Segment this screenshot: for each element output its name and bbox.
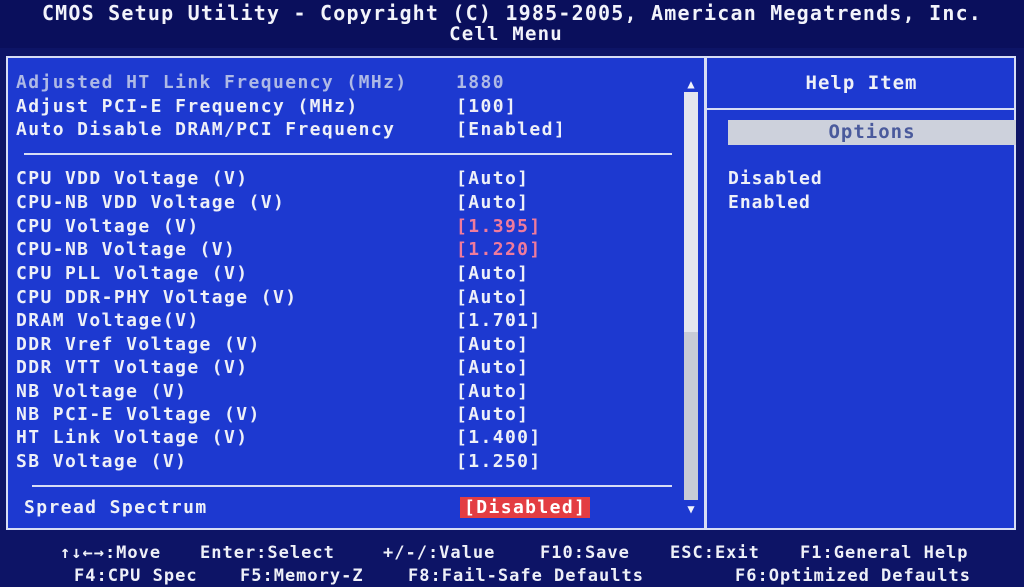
setting-value[interactable]: [Auto] — [456, 334, 529, 355]
key-value: +/-/:Value — [383, 543, 496, 563]
scroll-up-arrow-icon[interactable]: ▲ — [683, 77, 699, 91]
help-item-title: Help Item — [805, 72, 918, 94]
setting-label: Spread Spectrum — [24, 497, 208, 518]
setting-value[interactable]: [1.250] — [456, 451, 542, 472]
setting-label: SB Voltage (V) — [16, 451, 188, 472]
setting-value-warning[interactable]: [1.395] — [456, 216, 542, 237]
setting-label: Auto Disable DRAM/PCI Frequency — [16, 119, 396, 140]
setting-label: CPU PLL Voltage (V) — [16, 263, 249, 284]
section-separator — [24, 153, 672, 155]
setting-value[interactable]: [Auto] — [456, 168, 529, 189]
setting-label: DRAM Voltage(V) — [16, 310, 200, 331]
setting-value[interactable]: [Enabled] — [456, 119, 566, 140]
key-optimized-defaults: F6:Optimized Defaults — [735, 566, 971, 586]
setting-label: CPU VDD Voltage (V) — [16, 168, 249, 189]
menu-title: Cell Menu — [449, 23, 563, 45]
setting-label: DDR Vref Voltage (V) — [16, 334, 261, 355]
setting-value[interactable]: [Auto] — [456, 192, 529, 213]
setting-value[interactable]: [1.701] — [456, 310, 542, 331]
help-option-disabled: Disabled — [728, 168, 823, 189]
options-header: Options — [728, 120, 1016, 145]
setting-value[interactable]: [Auto] — [456, 263, 529, 284]
selected-setting-value[interactable]: [Disabled] — [460, 497, 591, 518]
key-exit: ESC:Exit — [670, 543, 760, 563]
setting-value[interactable]: [1.400] — [456, 427, 542, 448]
section-separator — [32, 485, 672, 487]
scroll-down-arrow-icon[interactable]: ▼ — [683, 502, 699, 516]
setting-label: NB Voltage (V) — [16, 381, 188, 402]
help-separator — [707, 108, 1016, 110]
setting-label: CPU DDR-PHY Voltage (V) — [16, 287, 298, 308]
setting-label: CPU Voltage (V) — [16, 216, 200, 237]
scrollbar-thumb[interactable] — [684, 92, 698, 332]
setting-value-warning[interactable]: [1.220] — [456, 239, 542, 260]
panel-divider — [704, 56, 707, 530]
setting-value[interactable]: [Auto] — [456, 357, 529, 378]
setting-value[interactable]: [Auto] — [456, 404, 529, 425]
key-memory-z: F5:Memory-Z — [240, 566, 364, 586]
help-option-enabled: Enabled — [728, 192, 811, 213]
setting-label: HT Link Voltage (V) — [16, 427, 249, 448]
key-select: Enter:Select — [200, 543, 335, 563]
setting-label: DDR VTT Voltage (V) — [16, 357, 249, 378]
setting-label: CPU-NB VDD Voltage (V) — [16, 192, 286, 213]
key-cpu-spec: F4:CPU Spec — [74, 566, 198, 586]
key-move: ↑↓←→:Move — [60, 543, 162, 563]
setting-label: NB PCI-E Voltage (V) — [16, 404, 261, 425]
setting-value[interactable]: [Auto] — [456, 381, 529, 402]
setting-value[interactable]: [Auto] — [456, 287, 529, 308]
title-bar: CMOS Setup Utility - Copyright (C) 1985-… — [0, 0, 1024, 48]
setting-value: 1880 — [456, 72, 505, 93]
setting-value[interactable]: [100] — [456, 96, 517, 117]
key-save: F10:Save — [540, 543, 630, 563]
utility-title: CMOS Setup Utility - Copyright (C) 1985-… — [41, 1, 983, 25]
setting-label: Adjusted HT Link Frequency (MHz) — [16, 72, 408, 93]
key-general-help: F1:General Help — [800, 543, 969, 563]
setting-label: Adjust PCI-E Frequency (MHz) — [16, 96, 359, 117]
key-fail-safe-defaults: F8:Fail-Safe Defaults — [408, 566, 644, 586]
setting-label: CPU-NB Voltage (V) — [16, 239, 237, 260]
